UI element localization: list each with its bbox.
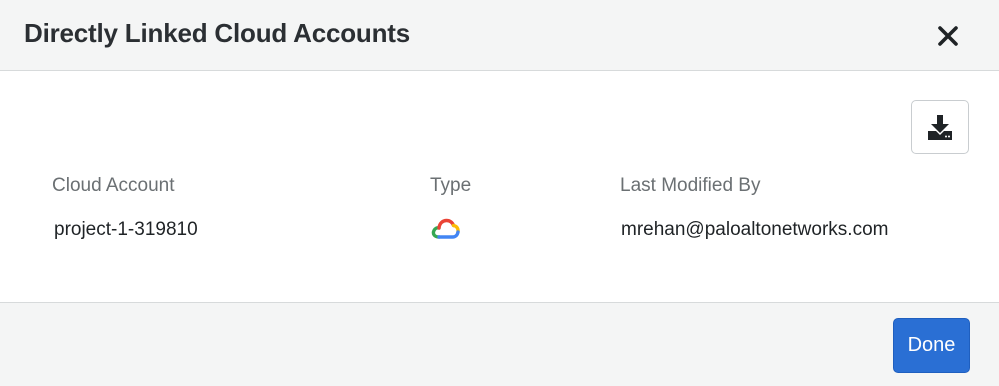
cloud-account-cell: project-1-319810 (54, 219, 198, 240)
download-icon (928, 115, 952, 140)
close-icon (938, 26, 958, 46)
dialog-title: Directly Linked Cloud Accounts (24, 18, 410, 48)
google-cloud-icon (431, 218, 460, 239)
done-button[interactable]: Done (893, 318, 970, 373)
download-button[interactable] (911, 100, 969, 154)
dialog-header: Directly Linked Cloud Accounts (0, 0, 999, 71)
linked-accounts-dialog: Directly Linked Cloud Accounts Cloud Acc… (0, 0, 999, 386)
last-modified-by-cell: mrehan@paloaltonetworks.com (621, 219, 889, 240)
dialog-footer: Done (0, 302, 999, 386)
column-header-cloud-account: Cloud Account (52, 175, 175, 196)
close-button[interactable] (928, 18, 968, 54)
dialog-body: Cloud Account Type Last Modified By proj… (0, 71, 999, 302)
column-header-type: Type (430, 175, 472, 196)
column-header-last-modified-by: Last Modified By (620, 175, 761, 196)
